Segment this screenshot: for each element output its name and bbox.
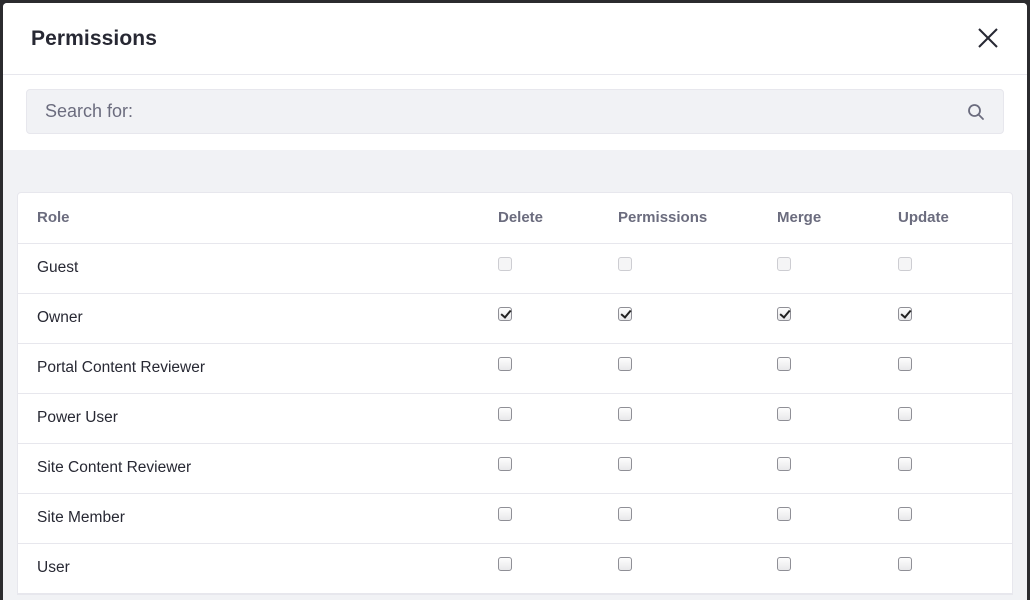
role-name: Site Content Reviewer bbox=[18, 443, 498, 494]
permission-cell-delete bbox=[498, 343, 618, 394]
role-name: User bbox=[18, 543, 498, 594]
table-row: Site Member bbox=[18, 493, 1012, 544]
modal-header: Permissions bbox=[3, 3, 1027, 75]
table-row: Guest bbox=[18, 243, 1012, 294]
permission-cell-permissions bbox=[618, 343, 777, 394]
permissions-modal: Permissions Role Delete Permissions bbox=[3, 3, 1027, 600]
permission-cell-delete bbox=[498, 543, 618, 594]
search-box bbox=[26, 89, 1004, 134]
permission-cell-permissions bbox=[618, 443, 777, 494]
delete-checkbox[interactable] bbox=[498, 356, 512, 371]
permission-cell-update bbox=[898, 393, 1012, 444]
role-name: Owner bbox=[18, 293, 498, 344]
update-checkbox[interactable] bbox=[898, 506, 912, 521]
merge-checkbox[interactable] bbox=[777, 306, 791, 321]
permission-cell-update bbox=[898, 443, 1012, 494]
permissions-table: Role Delete Permissions Merge Update Gue… bbox=[18, 193, 1012, 594]
column-header-merge: Merge bbox=[777, 193, 898, 244]
column-header-permissions: Permissions bbox=[618, 193, 777, 244]
permissions-checkbox bbox=[618, 256, 632, 271]
permission-cell-delete bbox=[498, 293, 618, 344]
column-header-role: Role bbox=[18, 193, 498, 244]
permission-cell-update bbox=[898, 543, 1012, 594]
permission-cell-merge bbox=[777, 243, 898, 294]
merge-checkbox[interactable] bbox=[777, 506, 791, 521]
permission-cell-merge bbox=[777, 393, 898, 444]
merge-checkbox bbox=[777, 256, 791, 271]
permission-cell-merge bbox=[777, 493, 898, 544]
merge-checkbox[interactable] bbox=[777, 556, 791, 571]
table-row: Site Content Reviewer bbox=[18, 443, 1012, 494]
role-name: Guest bbox=[18, 243, 498, 294]
merge-checkbox[interactable] bbox=[777, 456, 791, 471]
permission-cell-merge bbox=[777, 543, 898, 594]
role-name: Portal Content Reviewer bbox=[18, 343, 498, 394]
permission-cell-merge bbox=[777, 293, 898, 344]
permissions-checkbox[interactable] bbox=[618, 356, 632, 371]
close-button[interactable] bbox=[975, 25, 1001, 51]
delete-checkbox[interactable] bbox=[498, 406, 512, 421]
permission-cell-update bbox=[898, 493, 1012, 544]
delete-checkbox bbox=[498, 256, 512, 271]
update-checkbox[interactable] bbox=[898, 556, 912, 571]
permissions-checkbox[interactable] bbox=[618, 556, 632, 571]
update-checkbox[interactable] bbox=[898, 406, 912, 421]
table-row: Owner bbox=[18, 293, 1012, 344]
role-name: Power User bbox=[18, 393, 498, 444]
permission-cell-permissions bbox=[618, 293, 777, 344]
merge-checkbox[interactable] bbox=[777, 356, 791, 371]
search-bar bbox=[3, 75, 1027, 150]
permission-cell-delete bbox=[498, 393, 618, 444]
search-input[interactable] bbox=[27, 90, 1003, 133]
column-header-update: Update bbox=[898, 193, 1012, 244]
permission-cell-permissions bbox=[618, 243, 777, 294]
close-icon bbox=[978, 28, 998, 48]
permission-cell-update bbox=[898, 293, 1012, 344]
permission-cell-delete bbox=[498, 243, 618, 294]
table-row: Power User bbox=[18, 393, 1012, 444]
table-row: Portal Content Reviewer bbox=[18, 343, 1012, 394]
permission-cell-permissions bbox=[618, 493, 777, 544]
search-icon[interactable] bbox=[967, 103, 985, 121]
table-header-row: Role Delete Permissions Merge Update bbox=[18, 193, 1012, 244]
permission-cell-update bbox=[898, 343, 1012, 394]
permission-cell-merge bbox=[777, 343, 898, 394]
update-checkbox[interactable] bbox=[898, 456, 912, 471]
table-row: User bbox=[18, 543, 1012, 594]
role-name: Site Member bbox=[18, 493, 498, 544]
permission-cell-merge bbox=[777, 443, 898, 494]
update-checkbox[interactable] bbox=[898, 306, 912, 321]
permissions-table-card: Role Delete Permissions Merge Update Gue… bbox=[17, 192, 1013, 595]
modal-title: Permissions bbox=[31, 26, 157, 50]
delete-checkbox[interactable] bbox=[498, 306, 512, 321]
column-header-delete: Delete bbox=[498, 193, 618, 244]
permission-cell-permissions bbox=[618, 393, 777, 444]
update-checkbox[interactable] bbox=[898, 356, 912, 371]
permission-cell-delete bbox=[498, 443, 618, 494]
delete-checkbox[interactable] bbox=[498, 506, 512, 521]
merge-checkbox[interactable] bbox=[777, 406, 791, 421]
permissions-checkbox[interactable] bbox=[618, 306, 632, 321]
permissions-checkbox[interactable] bbox=[618, 406, 632, 421]
update-checkbox bbox=[898, 256, 912, 271]
delete-checkbox[interactable] bbox=[498, 556, 512, 571]
permissions-checkbox[interactable] bbox=[618, 456, 632, 471]
permission-cell-update bbox=[898, 243, 1012, 294]
permission-cell-permissions bbox=[618, 543, 777, 594]
permissions-checkbox[interactable] bbox=[618, 506, 632, 521]
permission-cell-delete bbox=[498, 493, 618, 544]
delete-checkbox[interactable] bbox=[498, 456, 512, 471]
